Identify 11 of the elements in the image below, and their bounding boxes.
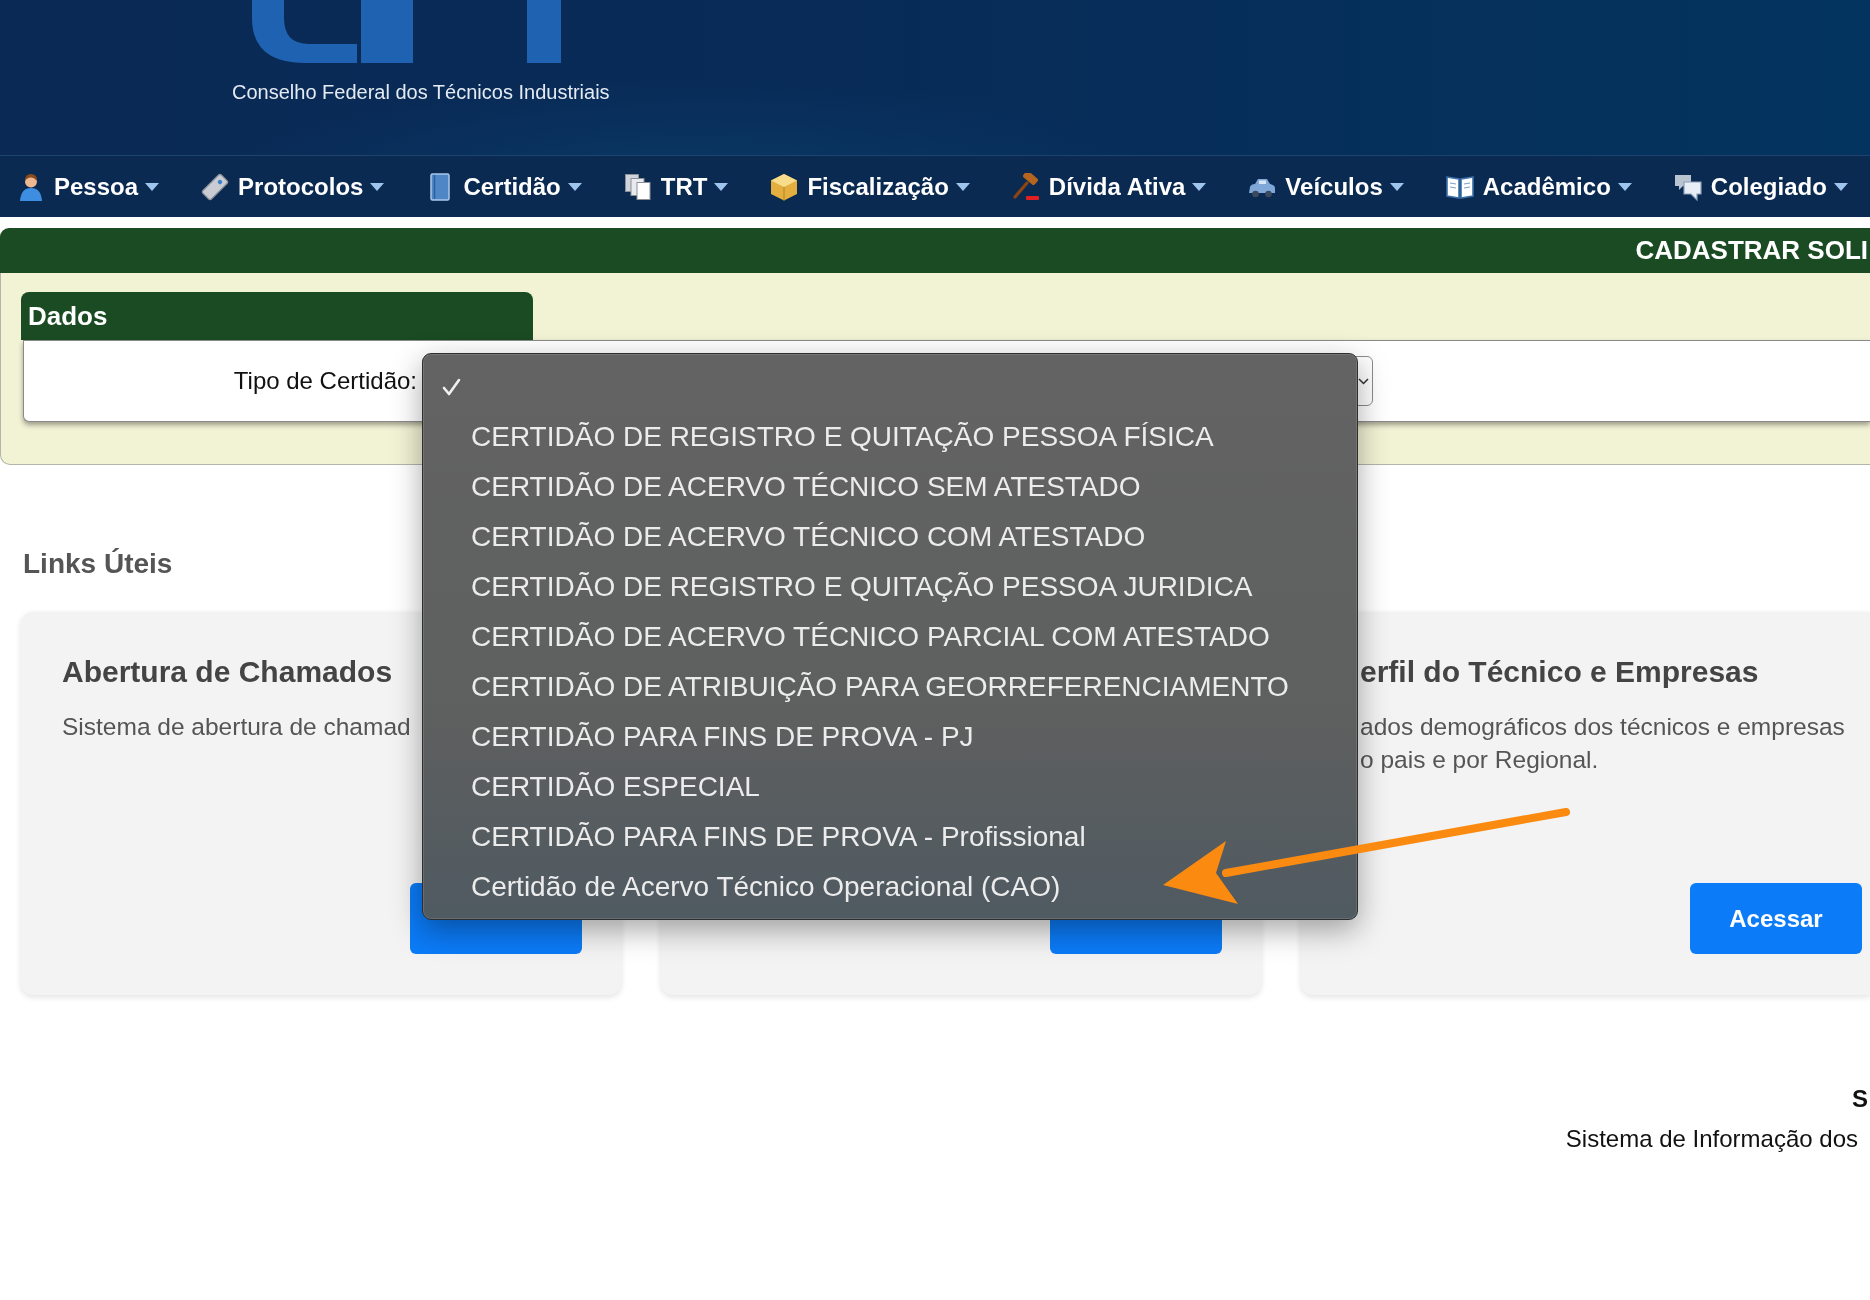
card-title: erfil do Técnico e Empresas (1360, 654, 1759, 690)
section-header: Dados (21, 292, 533, 340)
card-description: ados demográficos dos técnicos e empresas o pais e por Regional. (1360, 712, 1845, 775)
footer-text: Sistema de Informação dos (1565, 1124, 1859, 1154)
card-title: Abertura de Chamados (62, 654, 393, 690)
form-title: CADASTRAR SOLI (1635, 235, 1869, 266)
field-label: Tipo de Certidão: (232, 367, 417, 395)
footer-title: S (1852, 1084, 1869, 1114)
card-description: Sistema de abertura de chamad (62, 712, 411, 742)
section-heading: Links Úteis (23, 547, 173, 581)
organization-name: Conselho Federal dos Técnicos Industriais (232, 80, 610, 104)
